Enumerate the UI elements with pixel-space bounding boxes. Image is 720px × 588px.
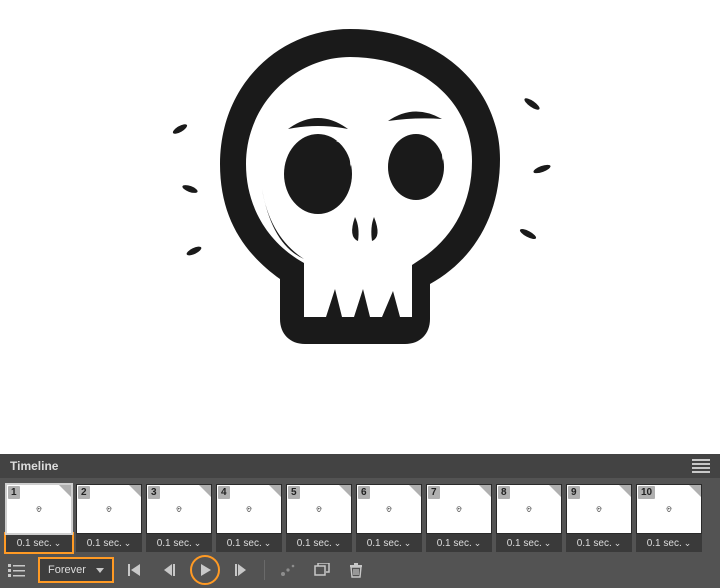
chevron-down-icon: ⌄ [334, 539, 342, 548]
chevron-down-icon: ⌄ [54, 539, 62, 548]
frame-delay-select[interactable]: 0.1 sec.⌄ [426, 534, 492, 552]
separator [264, 560, 265, 580]
frame-thumbnail[interactable]: 8 [496, 484, 562, 534]
frame-delay-label: 0.1 sec. [297, 538, 332, 549]
frame-visibility-icon[interactable] [479, 485, 491, 497]
frame-thumbnail[interactable]: 1 [6, 484, 72, 534]
frame-delay-select[interactable]: 0.1 sec.⌄ [566, 534, 632, 552]
frame-visibility-icon[interactable] [339, 485, 351, 497]
frame-number: 3 [148, 486, 160, 499]
frame-delay-select[interactable]: 0.1 sec.⌄ [496, 534, 562, 552]
frame: 1 0.1 sec.⌄ [6, 484, 72, 552]
frame-number: 9 [568, 486, 580, 499]
prev-frame-button[interactable] [158, 559, 180, 581]
chevron-down-icon: ⌄ [404, 539, 412, 548]
chevron-down-icon: ⌄ [264, 539, 272, 548]
chevron-down-icon [96, 568, 104, 573]
frame-number: 5 [288, 486, 300, 499]
loop-mode-select[interactable]: Forever [40, 559, 112, 581]
chevron-down-icon: ⌄ [124, 539, 132, 548]
frame-delay-select[interactable]: 0.1 sec.⌄ [286, 534, 352, 552]
frame-visibility-icon[interactable] [409, 485, 421, 497]
chevron-down-icon: ⌄ [194, 539, 202, 548]
frame-delay-select[interactable]: 0.1 sec.⌄ [216, 534, 282, 552]
frame-visibility-icon[interactable] [59, 485, 71, 497]
frame: 7 0.1 sec.⌄ [426, 484, 492, 552]
frame-visibility-icon[interactable] [129, 485, 141, 497]
chevron-down-icon: ⌄ [614, 539, 622, 548]
frame-number: 8 [498, 486, 510, 499]
frame-visibility-icon[interactable] [549, 485, 561, 497]
frame-number: 2 [78, 486, 90, 499]
frame-delay-select[interactable]: 0.1 sec.⌄ [356, 534, 422, 552]
frame-delay-label: 0.1 sec. [227, 538, 262, 549]
frame-visibility-icon[interactable] [689, 485, 701, 497]
frame-number: 10 [638, 486, 655, 499]
skull-artwork [150, 0, 570, 389]
frame: 2 0.1 sec.⌄ [76, 484, 142, 552]
frame-thumbnail[interactable]: 4 [216, 484, 282, 534]
frame: 4 0.1 sec.⌄ [216, 484, 282, 552]
chevron-down-icon: ⌄ [684, 539, 692, 548]
frame-thumbnail[interactable]: 7 [426, 484, 492, 534]
timeline-controls: Forever [0, 552, 720, 588]
frame: 10 0.1 sec.⌄ [636, 484, 702, 552]
frame-thumbnail[interactable]: 6 [356, 484, 422, 534]
frame-delay-label: 0.1 sec. [87, 538, 122, 549]
frame-delay-select[interactable]: 0.1 sec.⌄ [146, 534, 212, 552]
frames-strip: 10.1 sec.⌄20.1 sec.⌄30.1 sec.⌄40.1 sec.⌄… [0, 478, 720, 552]
frame: 3 0.1 sec.⌄ [146, 484, 212, 552]
play-button[interactable] [192, 557, 218, 583]
frame-delay-label: 0.1 sec. [647, 538, 682, 549]
frame-number: 4 [218, 486, 230, 499]
tween-button[interactable] [277, 559, 299, 581]
first-frame-button[interactable] [124, 559, 146, 581]
frame-number: 6 [358, 486, 370, 499]
duplicate-frame-button[interactable] [311, 559, 333, 581]
frame-delay-label: 0.1 sec. [507, 538, 542, 549]
frame-number: 1 [8, 486, 20, 499]
frame-thumbnail[interactable]: 2 [76, 484, 142, 534]
chevron-down-icon: ⌄ [544, 539, 552, 548]
loop-mode-label: Forever [48, 564, 86, 576]
canvas-area[interactable] [0, 0, 720, 418]
delete-frame-button[interactable] [345, 559, 367, 581]
frame-visibility-icon[interactable] [269, 485, 281, 497]
frame-thumbnail[interactable]: 10 [636, 484, 702, 534]
frame-delay-label: 0.1 sec. [577, 538, 612, 549]
frame-visibility-icon[interactable] [619, 485, 631, 497]
frame-delay-select[interactable]: 0.1 sec.⌄ [76, 534, 142, 552]
next-frame-button[interactable] [230, 559, 252, 581]
convert-timeline-icon[interactable] [6, 559, 28, 581]
frame-delay-select[interactable]: 0.1 sec.⌄ [636, 534, 702, 552]
timeline-panel: Timeline 10.1 sec.⌄20.1 sec.⌄30.1 sec.⌄4… [0, 454, 720, 588]
frame-delay-label: 0.1 sec. [367, 538, 402, 549]
frame-visibility-icon[interactable] [199, 485, 211, 497]
frame-thumbnail[interactable]: 3 [146, 484, 212, 534]
frame-delay-select[interactable]: 0.1 sec.⌄ [6, 534, 72, 552]
frame-delay-label: 0.1 sec. [437, 538, 472, 549]
frame-thumbnail[interactable]: 5 [286, 484, 352, 534]
frame-delay-label: 0.1 sec. [157, 538, 192, 549]
panel-title: Timeline [10, 459, 58, 473]
chevron-down-icon: ⌄ [474, 539, 482, 548]
frame-number: 7 [428, 486, 440, 499]
frame: 6 0.1 sec.⌄ [356, 484, 422, 552]
frame: 8 0.1 sec.⌄ [496, 484, 562, 552]
frame-delay-label: 0.1 sec. [17, 538, 52, 549]
frame: 5 0.1 sec.⌄ [286, 484, 352, 552]
play-icon [198, 563, 212, 577]
timeline-header: Timeline [0, 454, 720, 478]
frame: 9 0.1 sec.⌄ [566, 484, 632, 552]
panel-menu-icon[interactable] [692, 459, 710, 473]
frame-thumbnail[interactable]: 9 [566, 484, 632, 534]
